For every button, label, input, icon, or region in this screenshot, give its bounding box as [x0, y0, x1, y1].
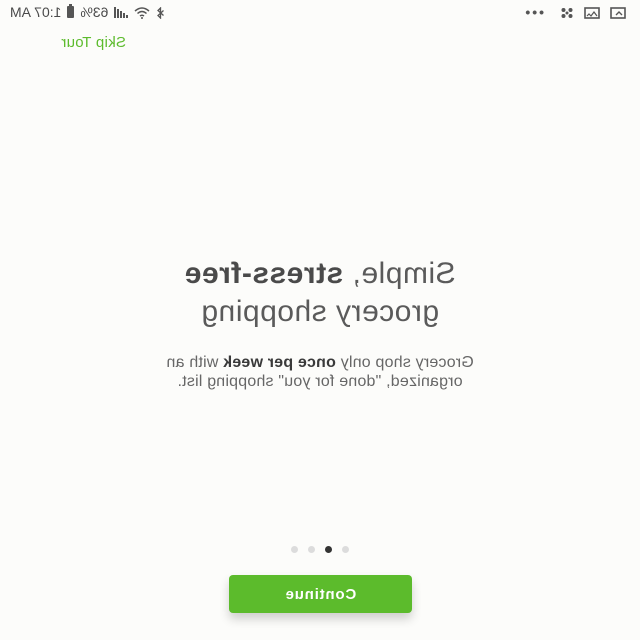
page-indicator: [0, 546, 640, 553]
battery-icon: [67, 6, 75, 18]
description-lead: Grocery shop only: [335, 354, 474, 371]
headline-line2: grocery shopping: [200, 295, 440, 328]
slide-headline: Simple, stress-free grocery shopping: [0, 255, 640, 331]
status-bar: ••• 63% 1:07 AM: [0, 0, 640, 24]
headline-emphasis: stress-free: [184, 257, 344, 290]
skip-tour-link[interactable]: Skip Tour: [61, 34, 126, 51]
headline-lead: Simple,: [343, 257, 456, 290]
page-dot-1[interactable]: [342, 546, 349, 553]
page-dot-4[interactable]: [291, 546, 298, 553]
bluetooth-icon: [156, 6, 165, 20]
onboarding-screen: ••• 63% 1:07 AM Skip Tour Simple, stress…: [0, 0, 640, 640]
wifi-icon: [134, 6, 150, 19]
page-dot-2[interactable]: [325, 546, 332, 553]
slide-description: Grocery shop only once per week with an …: [165, 353, 475, 391]
status-bar-system: 63% 1:07 AM: [0, 4, 165, 20]
continue-button[interactable]: Continue: [229, 575, 412, 613]
screenshot-thumbnail-icon: [610, 6, 626, 19]
clock: 1:07 AM: [10, 4, 62, 20]
slide-content: Simple, stress-free grocery shopping Gro…: [0, 255, 640, 391]
battery-percent: 63%: [80, 4, 109, 20]
status-bar-notifications: •••: [523, 4, 640, 20]
page-dot-3[interactable]: [308, 546, 315, 553]
signal-icon: [114, 6, 129, 18]
overflow-dots-icon: •••: [523, 4, 544, 20]
fan-icon: [558, 6, 574, 18]
description-emphasis: once per week: [223, 354, 336, 371]
gallery-icon: [584, 6, 600, 19]
